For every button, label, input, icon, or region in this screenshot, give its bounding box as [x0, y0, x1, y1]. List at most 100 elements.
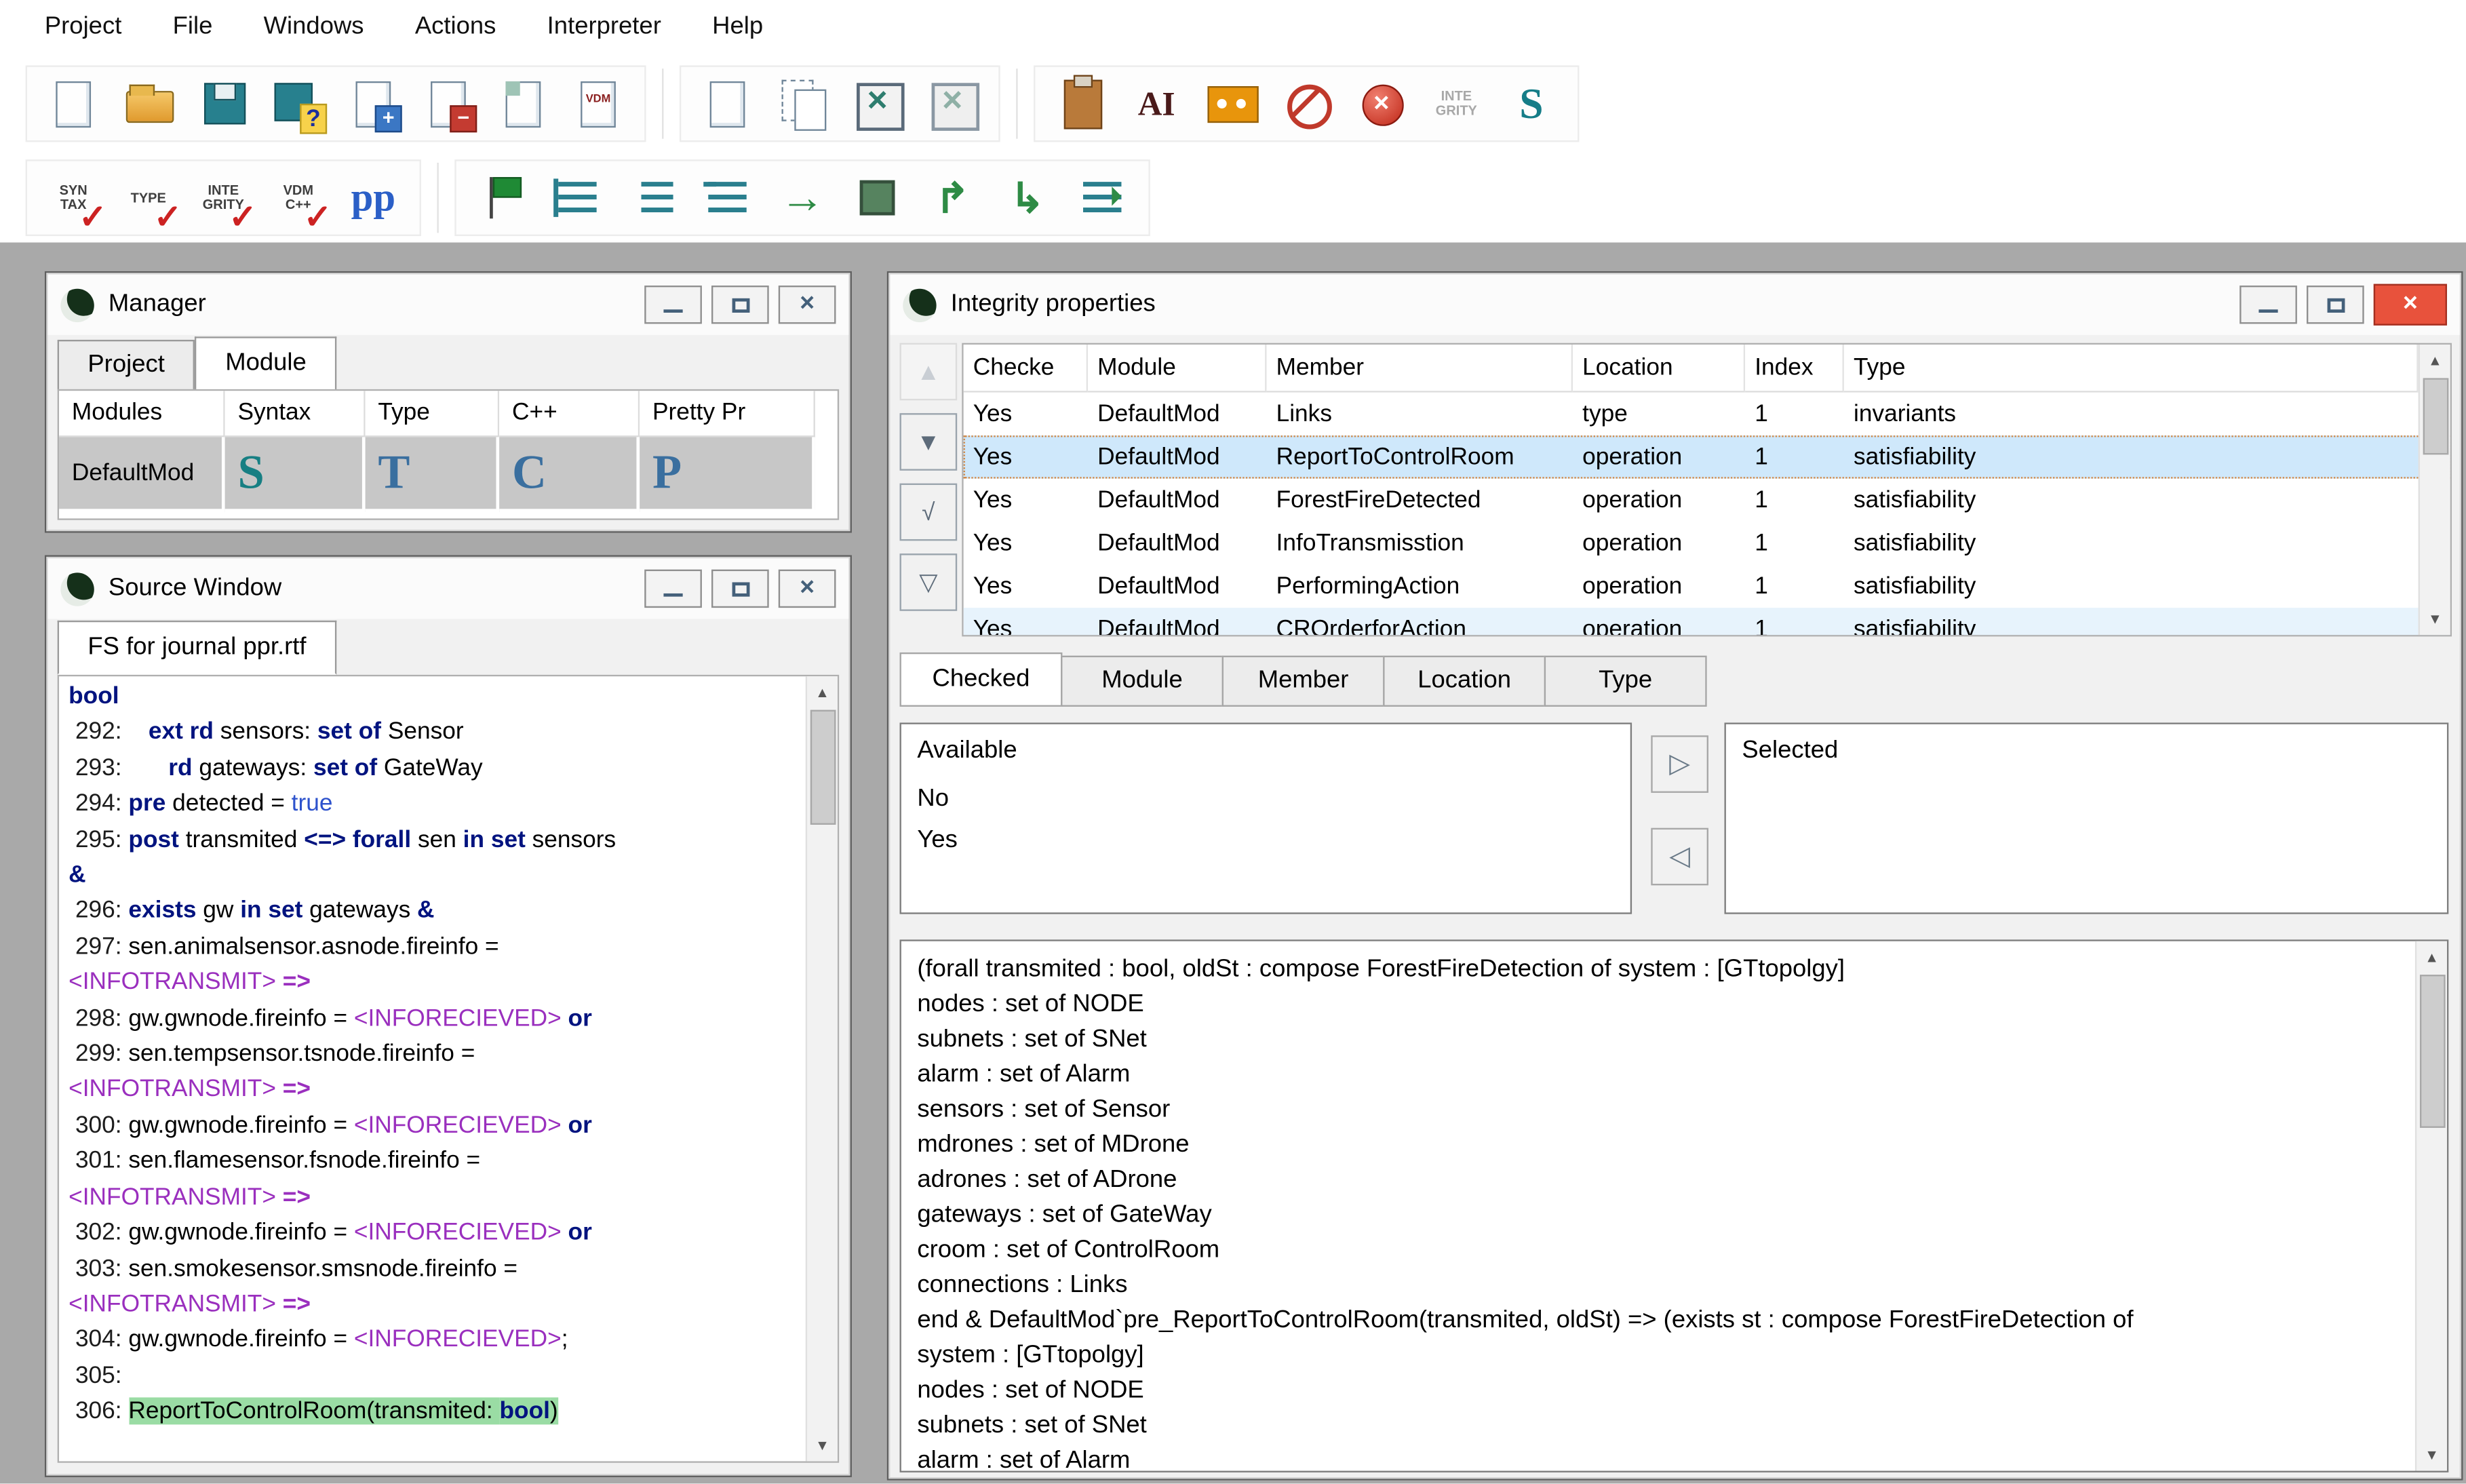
- step-in-icon[interactable]: [919, 164, 986, 231]
- manager-close-button[interactable]: ×: [779, 286, 836, 324]
- integrity-column-header[interactable]: Index: [1745, 345, 1844, 393]
- stop-icon[interactable]: [1348, 70, 1415, 137]
- integrity-column-header[interactable]: Location: [1573, 345, 1745, 393]
- save-file-icon[interactable]: [190, 70, 257, 137]
- add-file-icon[interactable]: [340, 70, 407, 137]
- source-maximize-button[interactable]: [711, 570, 769, 608]
- pretty-print-icon[interactable]: pp: [340, 164, 407, 231]
- sigma-icon[interactable]: S: [1498, 70, 1565, 137]
- menu-interpreter[interactable]: Interpreter: [522, 13, 686, 41]
- scroll-up-button[interactable]: ▲: [2420, 345, 2450, 376]
- available-item[interactable]: Yes: [901, 820, 1630, 861]
- integrity-minimize-button[interactable]: [2239, 286, 2297, 324]
- available-listbox[interactable]: Available NoYes: [900, 722, 1632, 914]
- copy-window-icon[interactable]: [769, 70, 836, 137]
- new-project-icon[interactable]: [490, 70, 557, 137]
- stop-debug-icon[interactable]: [844, 164, 911, 231]
- source-minimize-button[interactable]: [644, 570, 702, 608]
- manager-tab-module[interactable]: Module: [195, 336, 337, 391]
- menu-file[interactable]: File: [147, 13, 238, 41]
- new-window-icon[interactable]: [694, 70, 761, 137]
- scroll-thumb[interactable]: [2423, 378, 2449, 454]
- trace-icon[interactable]: [1069, 164, 1136, 231]
- code-editor[interactable]: bool 292: ext rd sensors: set of Sensor …: [58, 675, 839, 1463]
- close-window-icon[interactable]: [844, 70, 911, 137]
- manager-module-row[interactable]: DefaultModSTCP: [59, 437, 838, 512]
- manager-column-header[interactable]: C++: [499, 391, 640, 437]
- move-to-selected-button[interactable]: ▷: [1651, 735, 1708, 793]
- move-to-available-button[interactable]: ◁: [1651, 828, 1708, 886]
- menu-help[interactable]: Help: [686, 13, 788, 41]
- integrity-property-row[interactable]: YesDefaultModPerformingActionoperation1s…: [964, 565, 2450, 608]
- integrity-titlebar[interactable]: Integrity properties ×: [890, 275, 2459, 335]
- close-all-windows-icon[interactable]: [919, 70, 986, 137]
- integrity-property-row[interactable]: YesDefaultModInfoTransmisstionoperation1…: [964, 522, 2450, 565]
- manager-column-header[interactable]: Modules: [59, 391, 225, 437]
- manager-minimize-button[interactable]: [644, 286, 702, 324]
- type-check-icon[interactable]: TYPE: [115, 164, 182, 231]
- manager-maximize-button[interactable]: [711, 286, 769, 324]
- manager-tab-project[interactable]: Project: [58, 340, 195, 391]
- breakpoints-icon[interactable]: [544, 164, 611, 231]
- new-file-icon[interactable]: [40, 70, 107, 137]
- filter-tab-checked[interactable]: Checked: [900, 652, 1063, 707]
- integrity-maximize-button[interactable]: [2307, 286, 2364, 324]
- save-query-icon[interactable]: [265, 70, 332, 137]
- integrity-output-scrollbar[interactable]: ▲ ▼: [2415, 941, 2447, 1471]
- integrity-column-header[interactable]: Member: [1266, 345, 1573, 393]
- selected-listbox[interactable]: Selected: [1725, 722, 2449, 914]
- filter-tab-member[interactable]: Member: [1222, 656, 1385, 707]
- integrity-property-row[interactable]: YesDefaultModReportToControlRoomoperatio…: [964, 435, 2450, 479]
- scroll-thumb[interactable]: [2420, 975, 2446, 1128]
- move-down-button[interactable]: ▼: [900, 413, 958, 471]
- source-close-button[interactable]: ×: [779, 570, 836, 608]
- continue-icon[interactable]: [769, 164, 836, 231]
- manager-column-header[interactable]: Syntax: [225, 391, 366, 437]
- step-over-icon[interactable]: [994, 164, 1061, 231]
- integrity-property-row[interactable]: YesDefaultModForestFireDetectedoperation…: [964, 479, 2450, 522]
- integrity-output-panel[interactable]: (forall transmited : bool, oldSt : compo…: [900, 939, 2449, 1472]
- filter-tab-location[interactable]: Location: [1383, 656, 1546, 707]
- source-scrollbar[interactable]: ▲ ▼: [806, 676, 838, 1461]
- remove-file-icon[interactable]: [415, 70, 482, 137]
- integrity-column-header[interactable]: Module: [1088, 345, 1266, 393]
- vdm-file-icon[interactable]: [565, 70, 632, 137]
- scroll-down-button[interactable]: ▼: [2420, 603, 2450, 635]
- check-property-button[interactable]: √: [900, 484, 958, 541]
- filter-tab-module[interactable]: Module: [1061, 656, 1224, 707]
- manager-column-header[interactable]: Type: [366, 391, 500, 437]
- outdent-icon[interactable]: [694, 164, 761, 231]
- integrity-property-row[interactable]: YesDefaultModLinkstype1invariants: [964, 393, 2450, 436]
- menu-actions[interactable]: Actions: [389, 13, 522, 41]
- manager-titlebar[interactable]: Manager ×: [48, 275, 849, 335]
- available-item[interactable]: No: [901, 779, 1630, 820]
- integrity-check-icon[interactable]: INTE GRITY: [190, 164, 257, 231]
- menu-windows[interactable]: Windows: [238, 13, 389, 41]
- integrity-column-header[interactable]: Type: [1844, 345, 2419, 393]
- codegen-cpp-icon[interactable]: VDM C++: [265, 164, 332, 231]
- scroll-down-button[interactable]: ▼: [2416, 1439, 2447, 1471]
- manager-column-header[interactable]: Pretty Pr: [640, 391, 815, 437]
- tab-source-file[interactable]: FS for journal ppr.rtf: [58, 621, 337, 675]
- integrity-disabled-icon[interactable]: INTE GRITY: [1423, 70, 1490, 137]
- integrity-close-button[interactable]: ×: [2374, 284, 2447, 326]
- source-titlebar[interactable]: Source Window ×: [48, 558, 849, 619]
- scroll-up-button[interactable]: ▲: [807, 676, 838, 708]
- integrity-column-header[interactable]: Checke: [964, 345, 1088, 393]
- open-file-icon[interactable]: [115, 70, 182, 137]
- integrity-property-row[interactable]: YesDefaultModCROrderforActionoperation1s…: [964, 608, 2450, 636]
- integrity-table-scrollbar[interactable]: ▲ ▼: [2419, 345, 2450, 635]
- scroll-down-button[interactable]: ▼: [807, 1429, 838, 1461]
- scroll-up-button[interactable]: ▲: [2416, 941, 2447, 973]
- move-up-button[interactable]: ▲: [900, 343, 958, 401]
- clipboard-icon[interactable]: [1048, 70, 1115, 137]
- menu-project[interactable]: Project: [19, 13, 147, 41]
- log-window-icon[interactable]: [1198, 70, 1265, 137]
- filter-tab-type[interactable]: Type: [1544, 656, 1707, 707]
- indent-icon[interactable]: [619, 164, 686, 231]
- interrupt-icon[interactable]: [1273, 70, 1340, 137]
- syntax-check-icon[interactable]: SYN TAX: [40, 164, 107, 231]
- filter-button[interactable]: ▽: [900, 553, 958, 611]
- flag-icon[interactable]: [469, 164, 536, 231]
- scroll-thumb[interactable]: [810, 710, 836, 825]
